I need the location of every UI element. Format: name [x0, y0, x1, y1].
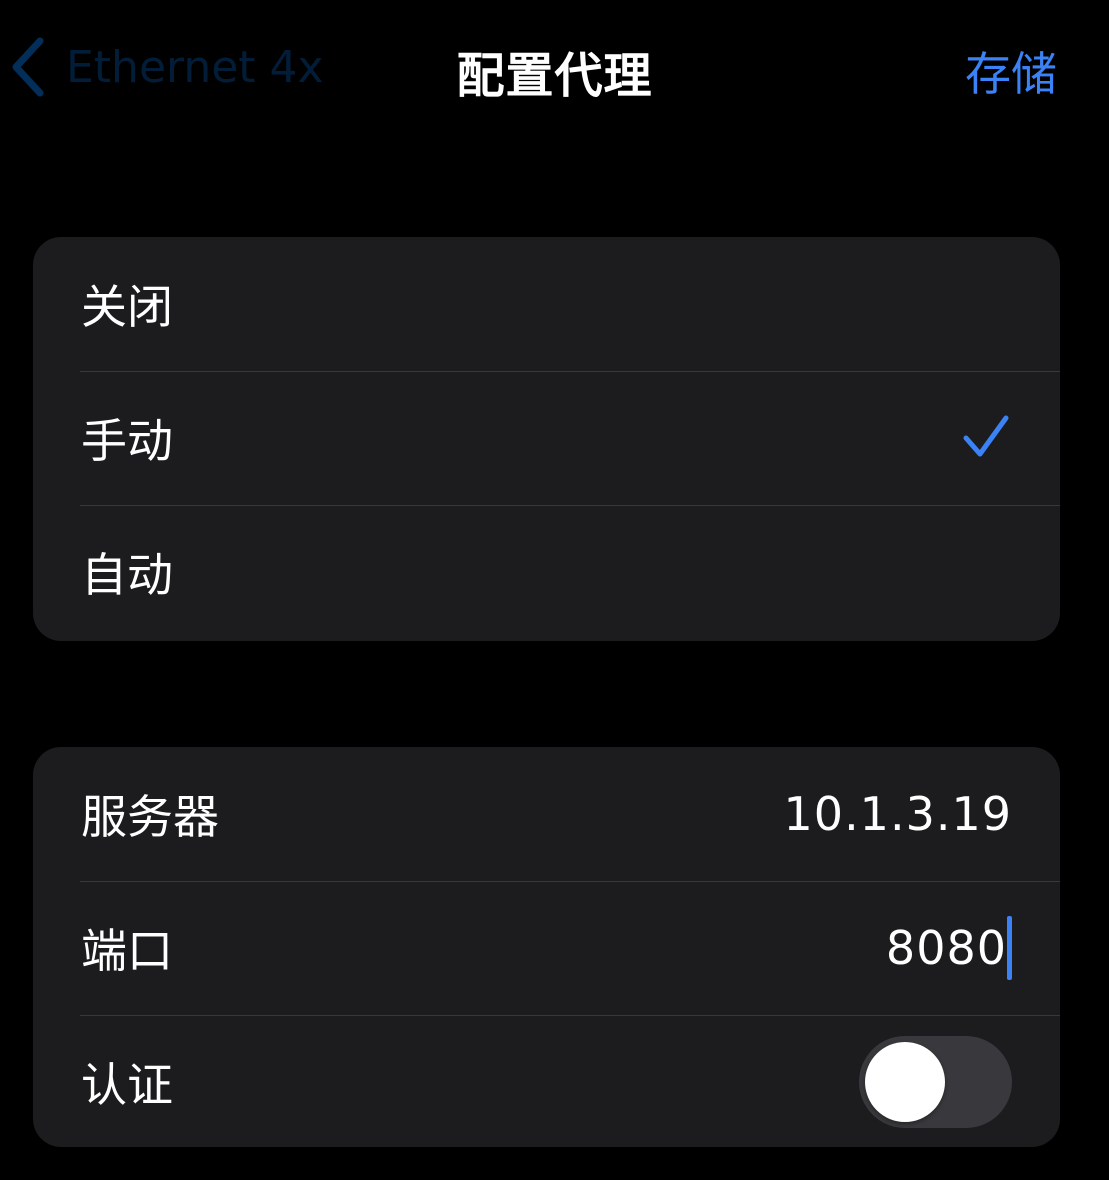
proxy-mode-group: 关闭 手动 自动 — [33, 237, 1060, 641]
navigation-bar: Ethernet 4x 配置代理 存储 — [0, 0, 1109, 140]
page-title: 配置代理 — [456, 48, 653, 104]
save-button[interactable]: 存储 — [965, 38, 1057, 104]
port-row[interactable]: 端口 8080 — [33, 881, 1060, 1015]
authentication-toggle[interactable] — [859, 1036, 1012, 1128]
server-input[interactable]: 10.1.3.19 — [784, 787, 1012, 841]
authentication-row: 认证 — [33, 1015, 1060, 1147]
text-cursor — [1007, 916, 1012, 980]
proxy-mode-option-auto[interactable]: 自动 — [33, 505, 1060, 639]
proxy-mode-option-off[interactable]: 关闭 — [33, 237, 1060, 371]
toggle-knob — [865, 1042, 945, 1122]
server-row[interactable]: 服务器 10.1.3.19 — [33, 747, 1060, 881]
port-label: 端口 — [81, 924, 173, 978]
option-label: 关闭 — [81, 280, 173, 334]
authentication-label: 认证 — [81, 1058, 173, 1112]
option-label: 自动 — [81, 548, 173, 602]
option-label: 手动 — [81, 414, 173, 468]
manual-proxy-group: 服务器 10.1.3.19 端口 8080 认证 — [33, 747, 1060, 1147]
checkmark-icon — [963, 415, 1009, 457]
port-field[interactable]: 8080 — [886, 916, 1012, 980]
port-input[interactable]: 8080 — [886, 921, 1007, 975]
server-label: 服务器 — [81, 790, 219, 844]
proxy-mode-option-manual[interactable]: 手动 — [33, 371, 1060, 505]
